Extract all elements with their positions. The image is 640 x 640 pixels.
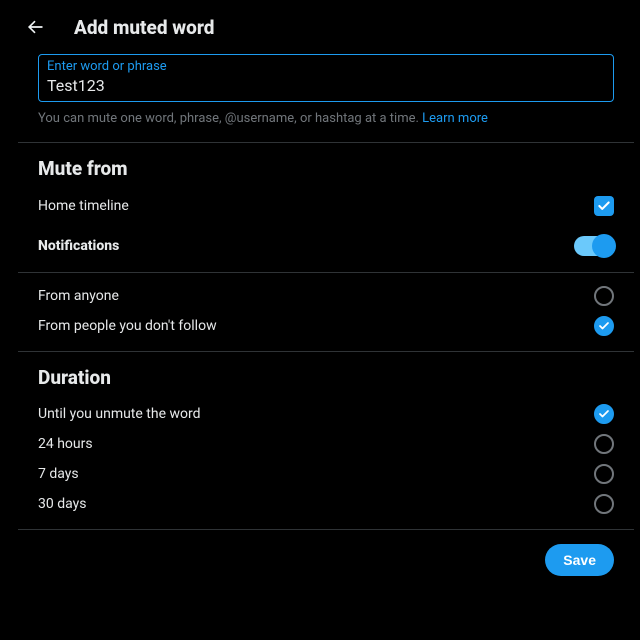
row-duration-30d[interactable]: 30 days bbox=[18, 489, 634, 519]
check-icon bbox=[597, 199, 611, 213]
check-icon bbox=[598, 320, 610, 332]
page-title: Add muted word bbox=[74, 16, 214, 39]
row-scope-not-following[interactable]: From people you don't follow bbox=[18, 311, 634, 341]
helper-text: You can mute one word, phrase, @username… bbox=[38, 110, 614, 128]
row-label: From anyone bbox=[38, 288, 119, 304]
checkbox-home-timeline[interactable] bbox=[594, 196, 614, 216]
helper-text-content: You can mute one word, phrase, @username… bbox=[38, 111, 422, 126]
row-duration-7d[interactable]: 7 days bbox=[18, 459, 634, 489]
radio-from-not-following[interactable] bbox=[594, 316, 614, 336]
settings-panel: Add muted word Enter word or phrase You … bbox=[18, 0, 634, 576]
section-title-duration: Duration bbox=[18, 352, 634, 395]
learn-more-link[interactable]: Learn more bbox=[422, 111, 488, 126]
toggle-notifications[interactable] bbox=[574, 236, 614, 256]
toggle-knob bbox=[592, 234, 616, 258]
row-label: 7 days bbox=[38, 466, 79, 482]
check-icon bbox=[598, 408, 610, 420]
row-label: Home timeline bbox=[38, 198, 129, 214]
input-label: Enter word or phrase bbox=[47, 59, 605, 74]
row-duration-24h[interactable]: 24 hours bbox=[18, 429, 634, 459]
row-label: Until you unmute the word bbox=[38, 406, 201, 422]
section-title-mute-from: Mute from bbox=[18, 143, 634, 186]
row-label: Notifications bbox=[38, 238, 119, 254]
back-button[interactable] bbox=[18, 10, 52, 44]
header: Add muted word bbox=[18, 8, 634, 46]
arrow-left-icon bbox=[25, 17, 45, 37]
row-label: 30 days bbox=[38, 496, 86, 512]
radio-duration-7d[interactable] bbox=[594, 464, 614, 484]
row-scope-anyone[interactable]: From anyone bbox=[18, 281, 634, 311]
row-notifications[interactable]: Notifications bbox=[18, 232, 634, 262]
row-label: 24 hours bbox=[38, 436, 93, 452]
row-duration-forever[interactable]: Until you unmute the word bbox=[18, 399, 634, 429]
radio-from-anyone[interactable] bbox=[594, 286, 614, 306]
radio-duration-30d[interactable] bbox=[594, 494, 614, 514]
row-label: From people you don't follow bbox=[38, 318, 217, 334]
mute-word-input[interactable] bbox=[47, 74, 605, 95]
row-home-timeline[interactable]: Home timeline bbox=[18, 186, 634, 226]
radio-duration-24h[interactable] bbox=[594, 434, 614, 454]
mute-word-field[interactable]: Enter word or phrase bbox=[38, 54, 614, 102]
radio-duration-forever[interactable] bbox=[594, 404, 614, 424]
footer: Save bbox=[18, 530, 634, 576]
save-button[interactable]: Save bbox=[545, 544, 614, 576]
